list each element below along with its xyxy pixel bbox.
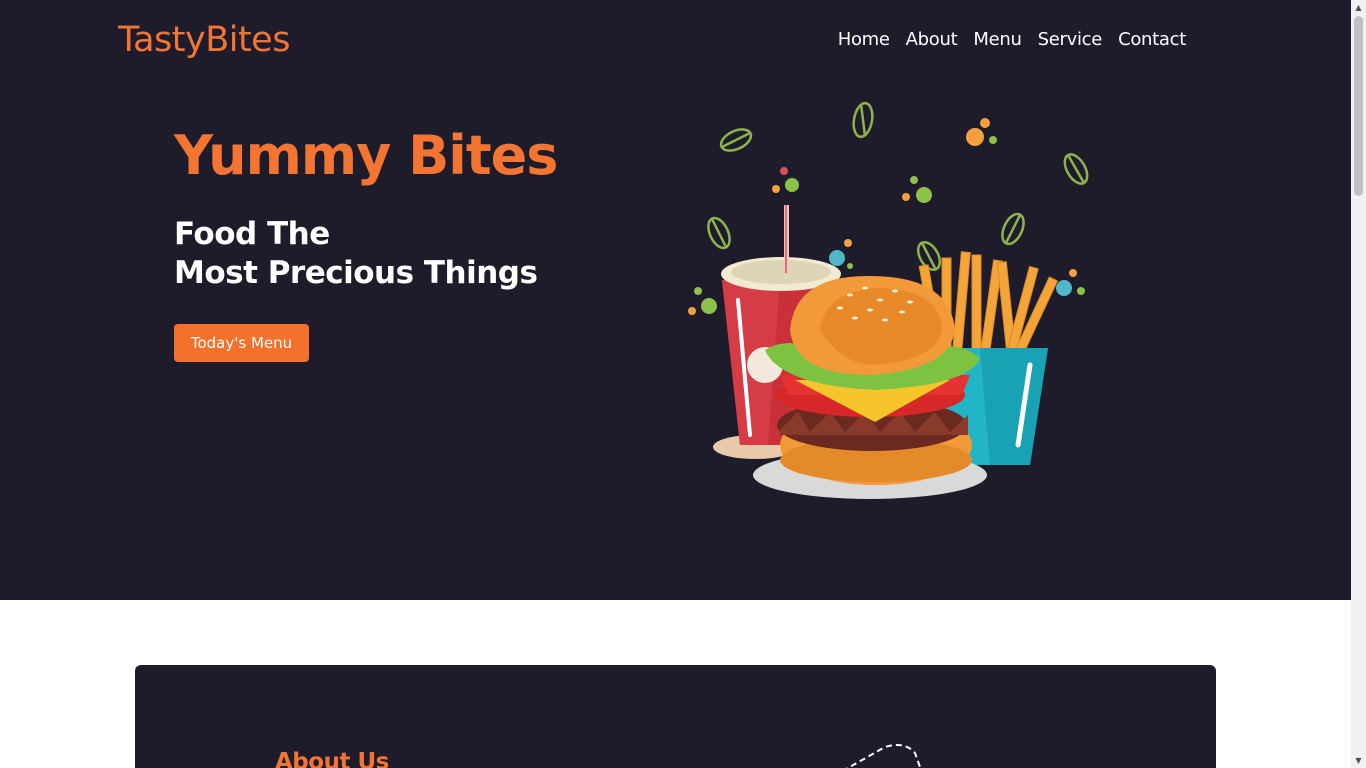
nav-link-about[interactable]: About xyxy=(906,29,958,50)
scroll-down-arrow-icon[interactable]: ▼ xyxy=(1354,756,1363,765)
about-title: About Us xyxy=(275,749,389,768)
scroll-up-arrow-icon[interactable]: ▲ xyxy=(1354,3,1363,12)
hero-subtitle-line1: Food The xyxy=(174,216,330,252)
about-section: About Us xyxy=(135,665,1216,768)
burger-icon xyxy=(765,275,980,485)
nav-link-home[interactable]: Home xyxy=(838,29,890,50)
main-nav: Home About Menu Service Contact xyxy=(838,29,1187,50)
dashed-line-decoration xyxy=(845,744,922,768)
hero-title: Yummy Bites xyxy=(174,124,558,187)
site-logo[interactable]: TastyBites xyxy=(118,20,290,60)
scrollbar-thumb[interactable] xyxy=(1354,16,1363,196)
hero-section: TastyBites Home About Menu Service Conta… xyxy=(0,0,1351,600)
nav-link-contact[interactable]: Contact xyxy=(1118,29,1186,50)
burger-fries-drink-illustration xyxy=(688,101,1089,499)
hero-subtitle-line2: Most Precious Things xyxy=(174,255,538,291)
vertical-scrollbar[interactable]: ▲ ▼ xyxy=(1351,0,1366,768)
hero-subtitle: Food The Most Precious Things xyxy=(174,215,538,293)
nav-link-menu[interactable]: Menu xyxy=(973,29,1022,50)
nav-link-service[interactable]: Service xyxy=(1038,29,1103,50)
todays-menu-button[interactable]: Today's Menu xyxy=(174,324,309,362)
page: TastyBites Home About Menu Service Conta… xyxy=(0,0,1351,768)
